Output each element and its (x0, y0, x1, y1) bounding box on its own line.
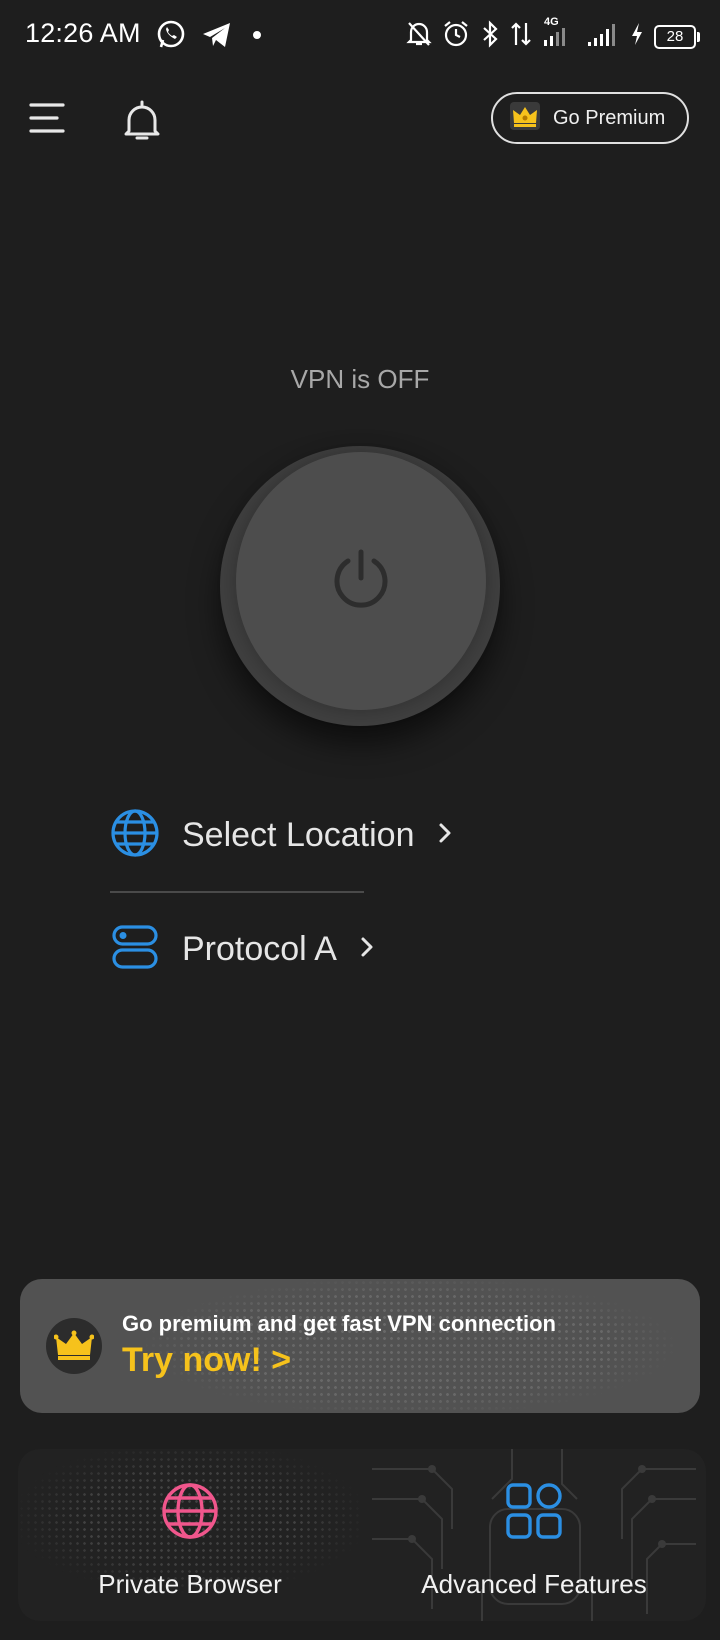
promo-text: Go premium and get fast VPN connection (122, 1311, 556, 1336)
globe-icon (110, 808, 160, 863)
whatsapp-icon (155, 19, 187, 56)
network-type-label: 4G (544, 16, 559, 28)
battery-icon: 28 (654, 24, 700, 49)
status-left-icons (155, 19, 267, 56)
data-arrows-icon (510, 20, 532, 53)
power-button-face (236, 452, 486, 710)
status-right-icons: 4G 28 (406, 16, 700, 53)
bell-icon[interactable] (122, 98, 162, 142)
protocol-row[interactable]: Protocol A (110, 922, 375, 977)
telegram-icon (201, 20, 233, 55)
chevron-right-icon (359, 935, 375, 964)
power-icon (328, 546, 394, 617)
go-premium-label: Go Premium (553, 106, 666, 129)
charging-icon (630, 21, 644, 52)
crown-icon (46, 1318, 102, 1374)
private-browser-button[interactable]: Private Browser (18, 1449, 362, 1621)
menu-icon[interactable] (28, 100, 68, 136)
signal-icon (586, 20, 620, 53)
divider (110, 891, 364, 893)
bell-off-icon (406, 20, 432, 53)
go-premium-button[interactable]: Go Premium (491, 92, 689, 144)
status-time: 12:26 AM (25, 18, 141, 48)
advanced-features-button[interactable]: Advanced Features (362, 1449, 706, 1621)
select-location-row[interactable]: Select Location (110, 808, 453, 863)
private-browser-label: Private Browser (98, 1569, 282, 1599)
protocol-label: Protocol A (182, 930, 337, 968)
select-location-label: Select Location (182, 816, 415, 854)
crown-icon (509, 101, 541, 136)
power-button[interactable] (220, 446, 500, 726)
premium-promo-banner[interactable]: Go premium and get fast VPN connection T… (20, 1279, 700, 1413)
browser-globe-icon (160, 1481, 220, 1546)
dot-icon (247, 25, 267, 50)
signal-icon: 4G (542, 16, 576, 53)
toggle-switches-icon (110, 922, 160, 977)
advanced-features-label: Advanced Features (421, 1569, 647, 1599)
vpn-status-text: VPN is OFF (290, 364, 430, 394)
chevron-right-icon (437, 821, 453, 850)
grid-apps-icon (504, 1481, 564, 1546)
bluetooth-icon (480, 20, 500, 53)
alarm-icon (442, 20, 470, 53)
try-now-link[interactable]: Try now! > (122, 1341, 291, 1380)
